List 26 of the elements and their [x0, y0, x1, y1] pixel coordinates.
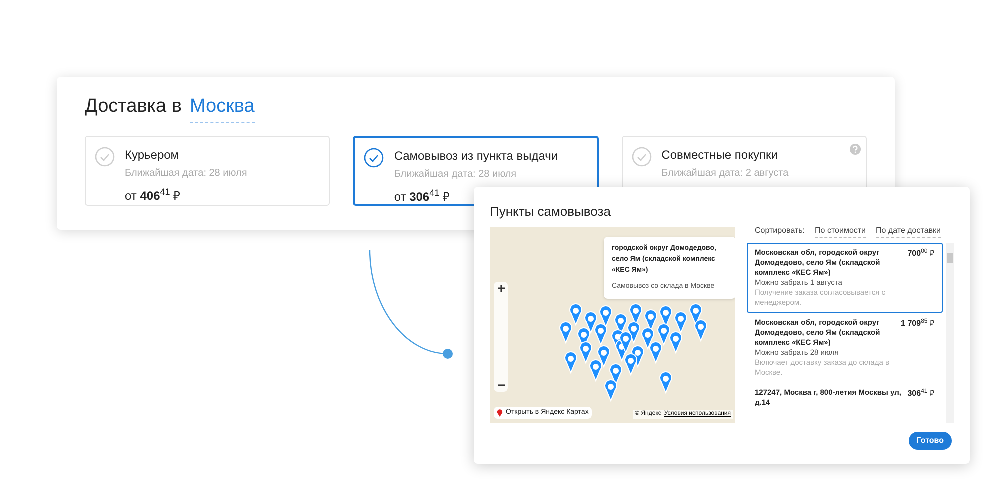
- delivery-option[interactable]: Курьером Ближайшая дата: 28 июля от 406$^{41}$ ₽: [85, 136, 330, 206]
- point-price: 1 709$^{85}$ ₽: [901, 318, 935, 330]
- point-price: 700$^{00}$ ₽: [908, 248, 935, 260]
- option-title: Совместные покупки: [662, 146, 779, 162]
- check-icon: [364, 148, 384, 168]
- nearest-date: Ближайшая дата: 28 июля: [125, 166, 248, 180]
- sort-option[interactable]: По дате доставки: [876, 225, 941, 238]
- option-price: от 306$^{41}$ ₽: [394, 190, 450, 204]
- check-icon: [95, 146, 115, 166]
- nearest-date: Ближайшая дата: 2 августа: [662, 166, 789, 180]
- option-title: Самовывоз из пункта выдачи: [394, 148, 558, 164]
- delivery-title: Доставка в: [85, 95, 182, 119]
- point-price: 306$^{41}$ ₽: [908, 388, 935, 400]
- sort-label: Сортировать:: [755, 225, 806, 237]
- dialog-title: Пункты самовывоза: [490, 205, 612, 218]
- scrollbar[interactable]: [946, 243, 954, 423]
- check-icon: [632, 146, 652, 166]
- sort-option[interactable]: По стоимости: [815, 225, 866, 238]
- zoom-control[interactable]: [494, 282, 508, 392]
- city-link[interactable]: Москва: [190, 93, 255, 122]
- zoom-in-icon[interactable]: [496, 284, 506, 293]
- option-title: Курьером: [125, 146, 180, 162]
- map-pin-icon: [497, 408, 503, 417]
- nearest-date: Ближайшая дата: 28 июля: [394, 168, 518, 182]
- done-button[interactable]: Готово: [908, 432, 952, 450]
- option-price: от 406$^{41}$ ₽: [125, 188, 181, 202]
